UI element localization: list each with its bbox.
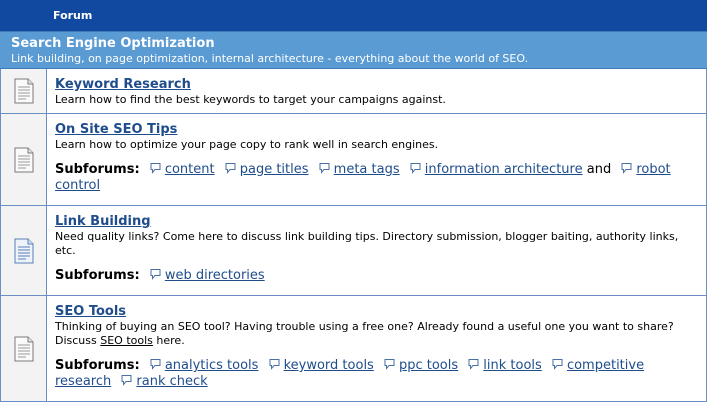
speech-bubble-icon bbox=[384, 359, 395, 370]
subforum-link[interactable]: information architecture bbox=[425, 162, 583, 177]
forum-row-keyword-research: Keyword Research Learn how to find the b… bbox=[0, 69, 707, 114]
speech-bubble-icon bbox=[121, 375, 132, 386]
forum-description: Thinking of buying an SEO tool? Having t… bbox=[55, 320, 698, 348]
speech-bubble-icon bbox=[150, 163, 161, 174]
subforums-label: Subforums: bbox=[55, 162, 140, 177]
subforum-link[interactable]: web directories bbox=[165, 268, 265, 283]
forum-icon-cell bbox=[1, 69, 47, 113]
subforum-link[interactable]: meta tags bbox=[334, 162, 400, 177]
subforum-link[interactable]: keyword tools bbox=[284, 358, 374, 373]
forum-description: Learn how to find the best keywords to t… bbox=[55, 93, 446, 106]
forum-content: On Site SEO Tips Learn how to optimize y… bbox=[47, 114, 706, 205]
forum-row-link-building: Link Building Need quality links? Come h… bbox=[0, 206, 707, 296]
forum-title-link[interactable]: SEO Tools bbox=[55, 304, 126, 320]
category-title[interactable]: Search Engine Optimization bbox=[11, 36, 707, 52]
subforum-link[interactable]: rank check bbox=[136, 374, 207, 389]
forum-title-link[interactable]: On Site SEO Tips bbox=[55, 122, 177, 138]
forum-title-link[interactable]: Keyword Research bbox=[55, 77, 191, 93]
subforum-link[interactable]: content bbox=[165, 162, 215, 177]
seo-tools-inline-link[interactable]: SEO tools bbox=[100, 334, 153, 347]
speech-bubble-icon bbox=[410, 163, 421, 174]
speech-bubble-icon bbox=[269, 359, 280, 370]
subforum-link[interactable]: ppc tools bbox=[399, 358, 458, 373]
document-icon bbox=[14, 238, 33, 263]
forum-content: Keyword Research Learn how to find the b… bbox=[47, 69, 706, 113]
forum-index: Forum Search Engine Optimization Link bu… bbox=[0, 0, 707, 403]
forum-content: SEO Tools Thinking of buying an SEO tool… bbox=[47, 296, 706, 401]
forum-description: Need quality links? Come here to discuss… bbox=[55, 230, 679, 257]
forum-content: Link Building Need quality links? Come h… bbox=[47, 206, 706, 295]
speech-bubble-icon bbox=[150, 359, 161, 370]
forum-row-seo-tools: SEO Tools Thinking of buying an SEO tool… bbox=[0, 296, 707, 402]
subforum-link[interactable]: page titles bbox=[240, 162, 309, 177]
and-separator: and bbox=[586, 162, 612, 177]
subforum-link[interactable]: link tools bbox=[483, 358, 542, 373]
speech-bubble-icon bbox=[552, 359, 563, 370]
document-icon bbox=[14, 336, 33, 361]
description-text: here. bbox=[152, 334, 185, 347]
document-icon bbox=[14, 147, 33, 172]
category-row: Search Engine Optimization Link building… bbox=[0, 31, 707, 69]
speech-bubble-icon bbox=[468, 359, 479, 370]
forum-icon-cell bbox=[1, 296, 47, 401]
subforums-label: Subforums: bbox=[55, 358, 140, 373]
subforum-list: Subforums: content page titles meta tags… bbox=[55, 162, 698, 194]
subforum-link[interactable]: analytics tools bbox=[165, 358, 259, 373]
speech-bubble-icon bbox=[225, 163, 236, 174]
forum-title-link[interactable]: Link Building bbox=[55, 214, 151, 230]
speech-bubble-icon bbox=[150, 269, 161, 280]
document-icon bbox=[14, 78, 33, 104]
category-description: Link building, on page optimization, int… bbox=[11, 52, 529, 65]
subforum-list: Subforums: web directories bbox=[55, 268, 698, 284]
forum-icon-cell bbox=[1, 206, 47, 295]
forum-icon-cell bbox=[1, 114, 47, 205]
forum-column-header: Forum bbox=[53, 9, 93, 22]
subforums-label: Subforums: bbox=[55, 268, 140, 283]
speech-bubble-icon bbox=[319, 163, 330, 174]
speech-bubble-icon bbox=[621, 163, 632, 174]
forum-row-on-site-seo-tips: On Site SEO Tips Learn how to optimize y… bbox=[0, 114, 707, 206]
table-header: Forum bbox=[0, 0, 707, 31]
forum-description: Learn how to optimize your page copy to … bbox=[55, 138, 439, 151]
subforum-list: Subforums: analytics tools keyword tools… bbox=[55, 358, 698, 390]
